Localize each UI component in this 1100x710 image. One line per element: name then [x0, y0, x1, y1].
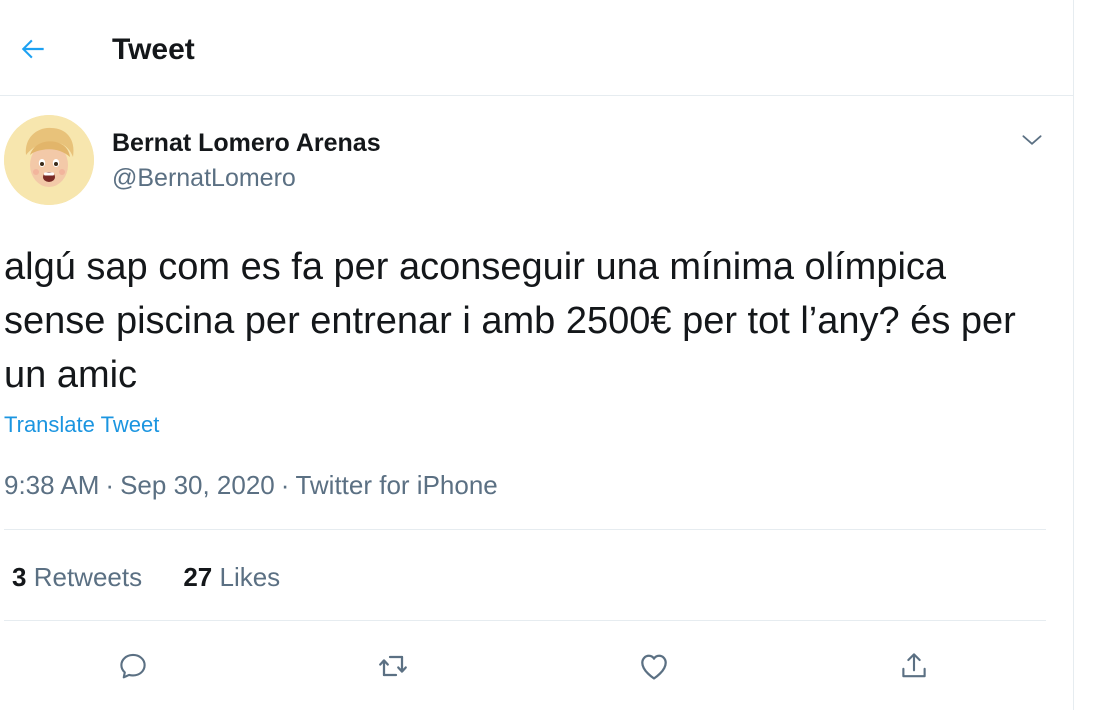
- tweet-date[interactable]: Sep 30, 2020: [120, 470, 275, 500]
- divider: [4, 529, 1046, 530]
- retweet-icon: [375, 648, 411, 684]
- heart-icon: [636, 648, 672, 684]
- reply-icon: [116, 649, 150, 683]
- meta-separator: ·: [280, 470, 290, 500]
- author-display-name[interactable]: Bernat Lomero Arenas: [112, 127, 381, 159]
- author-handle[interactable]: @BernatLomero: [112, 162, 296, 194]
- tweet-column: Tweet Bernat Lomero Arenas @BernatLomero: [0, 0, 1074, 710]
- reply-button[interactable]: [109, 642, 157, 690]
- tweet-source[interactable]: Twitter for iPhone: [295, 470, 497, 500]
- page-header: Tweet: [0, 0, 1073, 96]
- avatar[interactable]: [4, 115, 94, 205]
- like-button[interactable]: [630, 642, 678, 690]
- retweets-stat[interactable]: 3 Retweets: [12, 560, 142, 594]
- engagement-stats: 3 Retweets 27 Likes: [12, 560, 314, 594]
- retweets-count: 3: [12, 562, 27, 592]
- arrow-left-icon: [17, 33, 49, 65]
- likes-label: Likes: [219, 562, 281, 592]
- share-button[interactable]: [890, 642, 938, 690]
- tweet-text: algú sap com es fa per aconseguir una mí…: [4, 246, 1016, 396]
- share-icon: [897, 649, 931, 683]
- divider: [4, 620, 1046, 621]
- translate-tweet-link[interactable]: Translate Tweet: [4, 411, 159, 439]
- likes-stat[interactable]: 27 Likes: [183, 560, 280, 594]
- back-button[interactable]: [10, 26, 56, 72]
- tweet-metadata: 9:38 AM · Sep 30, 2020 · Twitter for iPhone: [4, 468, 498, 502]
- likes-count: 27: [183, 562, 213, 592]
- retweet-button[interactable]: [369, 642, 417, 690]
- retweets-label: Retweets: [33, 562, 143, 592]
- memoji-avatar-icon: [4, 115, 94, 205]
- page-title: Tweet: [112, 33, 195, 66]
- more-options-button[interactable]: [1012, 120, 1052, 160]
- chevron-down-icon: [1019, 127, 1045, 153]
- tweet-time[interactable]: 9:38 AM: [4, 470, 99, 500]
- meta-separator: ·: [105, 470, 115, 500]
